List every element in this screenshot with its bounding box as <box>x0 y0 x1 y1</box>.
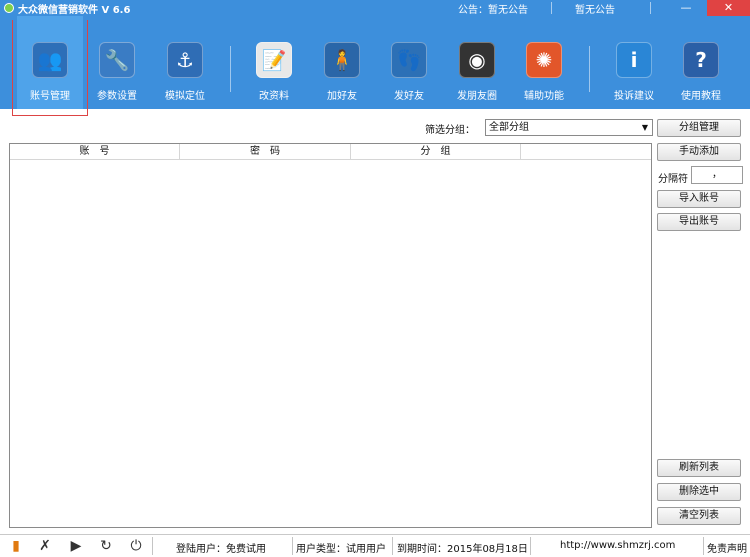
tool-account-manage[interactable]: 👥 账号管理 <box>17 16 83 109</box>
tool-label: 辅助功能 <box>524 91 564 102</box>
delete-selected-button[interactable]: 删除选中 <box>657 483 741 501</box>
status-divider <box>152 537 153 555</box>
tool-label: 使用教程 <box>681 91 721 102</box>
app-logo-icon <box>4 3 14 13</box>
phone-icon[interactable]: ▮ <box>8 538 24 554</box>
anchor-icon: ⚓ <box>167 42 203 78</box>
tool-label: 模拟定位 <box>165 91 205 102</box>
separator-label: 分隔符 <box>658 174 688 185</box>
help-icon: ? <box>683 42 719 78</box>
wrench-icon: 🔧 <box>99 42 135 78</box>
camera-icon: ◉ <box>459 42 495 78</box>
tool-moments[interactable]: ◉ 发朋友圈 <box>444 16 510 109</box>
toolbar-divider <box>230 46 231 92</box>
notebook-icon: 📝 <box>256 42 292 78</box>
tool-label: 投诉建议 <box>614 91 654 102</box>
account-table[interactable]: 账 号 密 码 分 组 <box>9 143 652 528</box>
table-header: 账 号 密 码 分 组 <box>10 144 651 160</box>
tool-label: 加好友 <box>327 91 357 102</box>
group-manage-button[interactable]: 分组管理 <box>657 119 741 137</box>
chevron-down-icon: ▼ <box>641 123 648 132</box>
minimize-button[interactable]: — <box>672 0 700 16</box>
footprints-icon: 👣 <box>391 42 427 78</box>
title-divider <box>650 2 651 14</box>
group-filter-label: 筛选分组： <box>425 125 475 136</box>
users-icon: 👥 <box>32 42 68 78</box>
notice-text-secondary[interactable]: 暂无公告 <box>575 1 615 16</box>
export-accounts-button[interactable]: 导出账号 <box>657 213 741 231</box>
main-toolbar: 👥 账号管理 🔧 参数设置 ⚓ 模拟定位 📝 改资料 🧍 加好友 👣 发好友 ◉… <box>0 16 750 109</box>
status-divider <box>392 537 393 555</box>
status-divider <box>292 537 293 555</box>
tool-label: 发朋友圈 <box>457 91 497 102</box>
status-divider <box>530 537 531 555</box>
login-user-text: 登陆用户：免费试用 <box>176 544 266 555</box>
tool-add-friend[interactable]: 🧍 加好友 <box>309 16 375 109</box>
group-filter-select[interactable]: 全部分组 ▼ <box>485 119 653 136</box>
notice-text: 公告：暂无公告 <box>458 5 528 16</box>
column-header-password[interactable]: 密 码 <box>180 144 351 159</box>
tool-label: 账号管理 <box>30 91 70 102</box>
column-header-group[interactable]: 分 组 <box>351 144 521 159</box>
tool-tutorial[interactable]: ? 使用教程 <box>668 16 734 109</box>
tool-location[interactable]: ⚓ 模拟定位 <box>152 16 218 109</box>
tools-icon[interactable]: ✗ <box>37 538 53 554</box>
import-accounts-button[interactable]: 导入账号 <box>657 190 741 208</box>
power-icon[interactable]: ⏻ <box>128 538 144 554</box>
separator-input[interactable]: ， <box>691 166 743 184</box>
refresh-icon[interactable]: ↻ <box>98 538 114 554</box>
tool-label: 发好友 <box>394 91 424 102</box>
expire-time-text: 到期时间：2015年08月18日 <box>397 544 528 555</box>
tool-label: 参数设置 <box>97 91 137 102</box>
group-filter-value: 全部分组 <box>489 122 529 133</box>
status-bar: ▮ ✗ ▶ ↻ ⏻ 登陆用户：免费试用 用户类型：试用用户 到期时间：2015年… <box>0 534 750 557</box>
refresh-list-button[interactable]: 刷新列表 <box>657 459 741 477</box>
play-icon[interactable]: ▶ <box>68 538 84 554</box>
person-icon: 🧍 <box>324 42 360 78</box>
info-bubble-icon: i <box>616 42 652 78</box>
tool-feedback[interactable]: i 投诉建议 <box>601 16 667 109</box>
tool-send-friend[interactable]: 👣 发好友 <box>376 16 442 109</box>
tool-label: 改资料 <box>259 91 289 102</box>
disclaimer-link[interactable]: 免责声明 <box>707 540 747 555</box>
close-button[interactable]: ✕ <box>707 0 750 16</box>
clear-list-button[interactable]: 清空列表 <box>657 507 741 525</box>
tool-settings[interactable]: 🔧 参数设置 <box>84 16 150 109</box>
window-title: 大众微信营销软件 V 6.6 <box>18 5 131 16</box>
manual-add-button[interactable]: 手动添加 <box>657 143 741 161</box>
website-link[interactable]: http://www.shmzrj.com <box>560 540 675 551</box>
ubuntu-icon: ✺ <box>526 42 562 78</box>
status-divider <box>703 537 704 555</box>
title-divider <box>551 2 552 14</box>
column-header-account[interactable]: 账 号 <box>10 144 180 159</box>
title-bar: 大众微信营销软件 V 6.6 公告：暂无公告 暂无公告 — ✕ <box>0 0 750 16</box>
tool-assist[interactable]: ✺ 辅助功能 <box>511 16 577 109</box>
tool-edit-profile[interactable]: 📝 改资料 <box>241 16 307 109</box>
user-type-text: 用户类型：试用用户 <box>296 544 386 555</box>
toolbar-divider <box>589 46 590 92</box>
